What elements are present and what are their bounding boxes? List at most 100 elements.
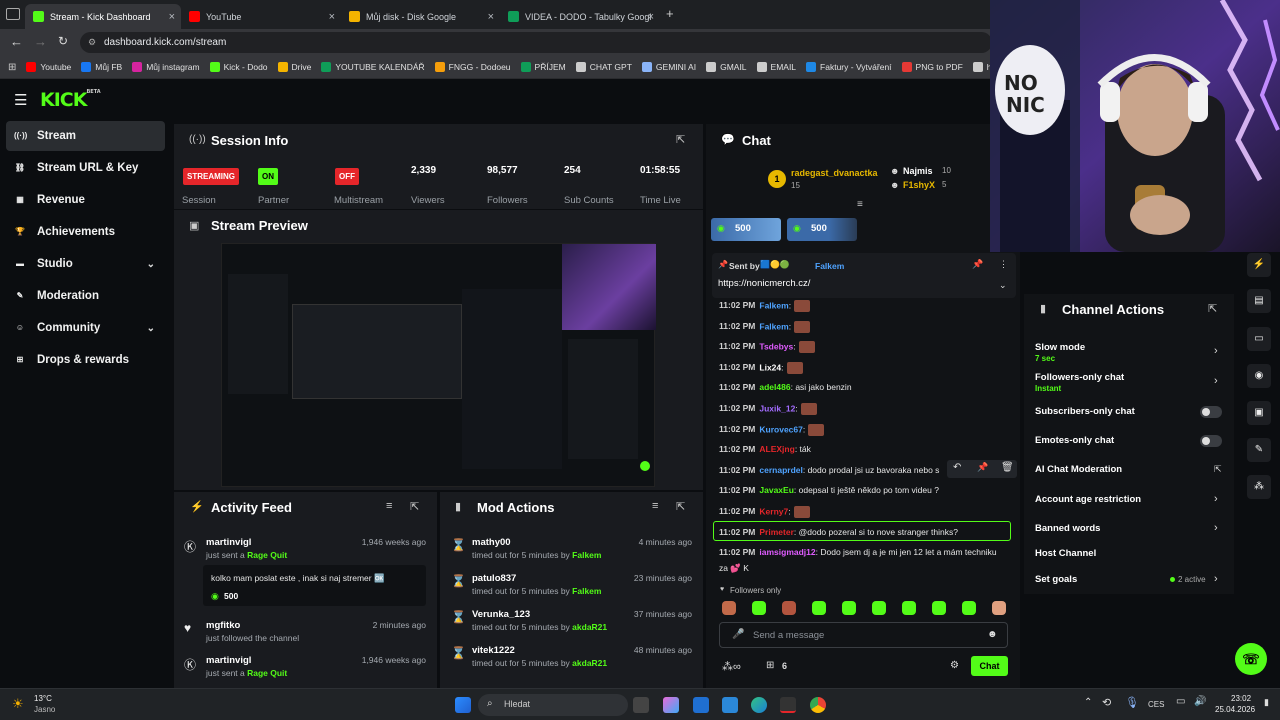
- pin-message-icon[interactable]: 📌: [977, 462, 988, 473]
- chat-username[interactable]: Juxik_12: [759, 403, 795, 413]
- channel-action[interactable]: Banned words: [1035, 523, 1100, 534]
- chat-username[interactable]: adel486: [759, 382, 790, 392]
- chat-tool-icon[interactable]: ▭: [1247, 327, 1271, 351]
- chat-username[interactable]: Tsdebys: [759, 341, 793, 351]
- bookmark-item[interactable]: GEMINI AI: [641, 62, 696, 72]
- taskbar-search[interactable]: ⌕ Hledat: [478, 694, 628, 716]
- forward-icon[interactable]: →: [34, 34, 47, 49]
- community-tool-icon[interactable]: ⁂: [1247, 475, 1271, 499]
- bolt-tool-icon[interactable]: ⚡: [1247, 253, 1271, 277]
- emote-picker-icon[interactable]: [932, 601, 946, 615]
- chat-message[interactable]: 11:02 PM Primeter: @dodo pozeral si to no…: [719, 527, 958, 537]
- tab-close-icon[interactable]: ×: [169, 11, 175, 23]
- gift-icon[interactable]: ⊞: [766, 660, 774, 671]
- start-icon[interactable]: [455, 697, 471, 713]
- back-icon[interactable]: ←: [10, 34, 23, 49]
- mail-icon[interactable]: [722, 697, 738, 713]
- mod-action-user[interactable]: vitek1222: [472, 645, 515, 656]
- sidebar-item[interactable]: ✎ Moderation: [6, 281, 165, 311]
- browser-tab[interactable]: VIDEA - DODO - Tabulky Googl ×: [500, 4, 660, 29]
- bookmark-item[interactable]: Drive: [277, 62, 311, 72]
- sidebar-item[interactable]: 🏆 Achievements: [6, 217, 165, 247]
- broadcast-tool-icon[interactable]: ◉: [1247, 364, 1271, 388]
- monitor-tool-icon[interactable]: ▣: [1247, 401, 1271, 425]
- channel-action[interactable]: AI Chat Moderation: [1035, 464, 1122, 475]
- mod-action-moderator[interactable]: Falkem: [572, 550, 601, 560]
- filter-icon[interactable]: ≡: [652, 500, 658, 512]
- popout-icon[interactable]: ⇱: [676, 133, 685, 146]
- new-tab-button[interactable]: +: [666, 6, 674, 21]
- popout-icon[interactable]: ⇱: [1208, 302, 1217, 315]
- notification-icon[interactable]: ▮: [1264, 697, 1269, 708]
- chat-message[interactable]: 11:02 PM Lix24:: [719, 361, 803, 374]
- clock-time[interactable]: 23:02: [1231, 694, 1251, 703]
- chat-username[interactable]: Kurovec67: [759, 424, 802, 434]
- kick-logo[interactable]: KICKBETA: [40, 89, 101, 111]
- expand-icon[interactable]: ⌄: [999, 280, 1007, 291]
- filter-icon[interactable]: ≡: [386, 500, 392, 512]
- emote-picker-icon[interactable]: [752, 601, 766, 615]
- url-input[interactable]: ⚙ dashboard.kick.com/stream: [80, 32, 992, 53]
- chat-send-button[interactable]: Chat: [971, 656, 1008, 676]
- bookmark-item[interactable]: EMAIL: [756, 62, 796, 72]
- activity-user[interactable]: martinvigl: [206, 655, 251, 666]
- bookmark-item[interactable]: GMAIL: [706, 62, 747, 72]
- clock-date[interactable]: 25.04.2026: [1215, 705, 1255, 714]
- sidebar-item[interactable]: ((·)) Stream: [6, 121, 165, 151]
- chat-message[interactable]: 11:02 PM Kurovec67:: [719, 423, 825, 436]
- more-icon[interactable]: ⋮: [999, 259, 1008, 270]
- browser-tab[interactable]: Můj disk - Disk Google ×: [341, 4, 500, 29]
- emote-picker-icon[interactable]: [872, 601, 886, 615]
- sidebar-item[interactable]: ⛓ Stream URL & Key: [6, 153, 165, 183]
- external-link-icon[interactable]: ⇱: [1214, 464, 1222, 475]
- emote-picker-icon[interactable]: [992, 601, 1006, 615]
- chat-message[interactable]: 11:02 PM adel486: asi jako benzin: [719, 382, 852, 392]
- chat-username[interactable]: Falkem: [759, 300, 788, 310]
- channel-action[interactable]: Emotes-only chat: [1035, 435, 1114, 446]
- chat-username[interactable]: JavaxEu: [759, 485, 794, 495]
- bookmark-item[interactable]: Můj instagram: [132, 62, 200, 72]
- chevron-right-icon[interactable]: ›: [1214, 522, 1218, 534]
- channel-action[interactable]: Host Channel: [1035, 548, 1096, 559]
- network-icon[interactable]: ▭: [1176, 696, 1185, 707]
- emote-picker-icon[interactable]: [962, 601, 976, 615]
- bookmark-item[interactable]: PŘÍJEM: [520, 62, 566, 72]
- sidebar-item[interactable]: ▦ Revenue: [6, 185, 165, 215]
- bookmark-item[interactable]: Faktury - Vytváření: [806, 62, 892, 72]
- chat-message[interactable]: 11:02 PM JavaxEu: odepsal ti ještě někdo …: [719, 485, 939, 495]
- site-info-icon[interactable]: ⚙: [88, 32, 96, 53]
- pinned-message[interactable]: 📌 Sent by 🟦🟡🟢 Falkem 📌 ⋮ https://nonicme…: [712, 253, 1016, 298]
- activity-user[interactable]: mgfitko: [206, 620, 240, 631]
- chevron-right-icon[interactable]: ›: [1214, 375, 1218, 387]
- chat-message[interactable]: 11:02 PM ALEXjng: ták: [719, 444, 811, 454]
- sidebar-item[interactable]: ⊞ Drops & rewards: [6, 345, 165, 375]
- chat-settings-icon[interactable]: ⚙: [950, 660, 959, 671]
- chat-username[interactable]: Kerny7: [759, 506, 788, 516]
- mod-action-moderator[interactable]: akdaR21: [572, 658, 607, 668]
- emote-picker-icon[interactable]: [722, 601, 736, 615]
- reload-icon[interactable]: ↻: [58, 34, 68, 48]
- emote-picker-icon[interactable]: [902, 601, 916, 615]
- chevron-right-icon[interactable]: ›: [1214, 345, 1218, 357]
- unpin-icon[interactable]: 📌: [972, 259, 983, 270]
- tray-chevron-icon[interactable]: ⌃: [1084, 697, 1092, 708]
- chat-input[interactable]: 🎤 Send a message ☻: [719, 622, 1008, 648]
- channel-action[interactable]: Subscribers-only chat: [1035, 406, 1135, 417]
- top-supporter-name[interactable]: radegast_dvanactka: [791, 168, 878, 178]
- mod-action-moderator[interactable]: Falkem: [572, 586, 601, 596]
- channel-action[interactable]: Set goals: [1035, 574, 1077, 585]
- stream-preview-video[interactable]: [221, 243, 656, 487]
- chat-username[interactable]: ALEXjng: [759, 444, 794, 454]
- emote-picker-icon[interactable]: [842, 601, 856, 615]
- tab-close-icon[interactable]: ×: [648, 11, 654, 23]
- toggle-switch[interactable]: [1200, 406, 1222, 418]
- delete-icon[interactable]: 🗑: [1001, 462, 1014, 473]
- supporter-name[interactable]: Najmis: [903, 166, 933, 176]
- sidebar-item[interactable]: ▬ Studio ⌄: [6, 249, 165, 279]
- activity-user[interactable]: martinvigl: [206, 537, 251, 548]
- chevron-down-icon[interactable]: ⌄: [147, 323, 155, 334]
- task-view-icon[interactable]: [633, 697, 649, 713]
- support-button[interactable]: ☏: [1235, 643, 1267, 675]
- channel-action[interactable]: Slow mode: [1035, 342, 1085, 353]
- popout-icon[interactable]: ⇱: [676, 500, 685, 513]
